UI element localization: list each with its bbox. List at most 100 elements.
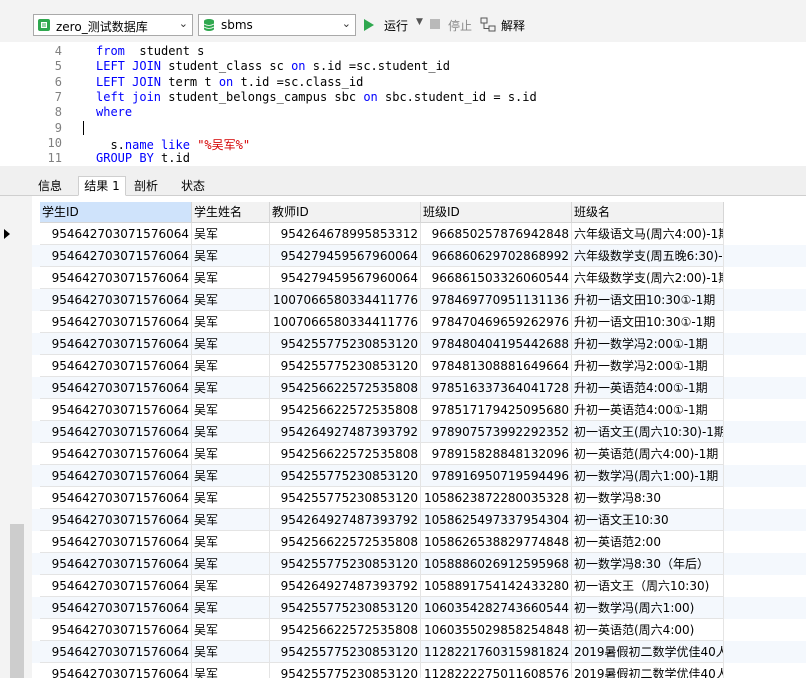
- cell-teacher-id[interactable]: 954255775230853120: [270, 553, 421, 575]
- cell-teacher-id[interactable]: 954255775230853120: [270, 487, 421, 509]
- table-row[interactable]: 954642703071576064 吴军 954279459567960064 96…: [32, 245, 806, 267]
- cell-class-id[interactable]: 978517179425095680: [421, 399, 572, 421]
- cell-student-name[interactable]: 吴军: [192, 487, 270, 509]
- cell-student-name[interactable]: 吴军: [192, 663, 270, 678]
- cell-teacher-id[interactable]: 954279459567960064: [270, 245, 421, 267]
- cell-student-id[interactable]: 954642703071576064: [40, 289, 192, 311]
- cell-class-id[interactable]: 978916950719594496: [421, 465, 572, 487]
- cell-class-id[interactable]: 978480404195442688: [421, 333, 572, 355]
- cell-class-id[interactable]: 978469770951131136: [421, 289, 572, 311]
- cell-class-name[interactable]: 2019暑假初二数学优佳40人: [572, 663, 724, 678]
- cell-student-id[interactable]: 954642703071576064: [40, 575, 192, 597]
- table-row[interactable]: 954642703071576064 吴军 954264927487393792 10…: [32, 575, 806, 597]
- cell-student-name[interactable]: 吴军: [192, 355, 270, 377]
- cell-student-name[interactable]: 吴军: [192, 245, 270, 267]
- cell-student-name[interactable]: 吴军: [192, 443, 270, 465]
- table-row[interactable]: 954642703071576064 吴军 954255775230853120 10…: [32, 487, 806, 509]
- cell-teacher-id[interactable]: 954255775230853120: [270, 641, 421, 663]
- table-row[interactable]: 954642703071576064 吴军 954264927487393792 97…: [32, 421, 806, 443]
- cell-class-id[interactable]: 1060355029858254848: [421, 619, 572, 641]
- table-row[interactable]: 954642703071576064 吴军 954256622572535808 97…: [32, 377, 806, 399]
- cell-class-name[interactable]: 升初一英语范4:00①-1期: [572, 377, 724, 399]
- code-line[interactable]: 6 LEFT JOIN term t on t.id =sc.class_id: [0, 75, 806, 90]
- cell-teacher-id[interactable]: 954255775230853120: [270, 597, 421, 619]
- cell-class-name[interactable]: 初一数学冯8:30: [572, 487, 724, 509]
- cell-class-name[interactable]: 初一英语范2:00: [572, 531, 724, 553]
- splitter[interactable]: [0, 166, 806, 174]
- cell-class-name[interactable]: 初一语文王10:30: [572, 509, 724, 531]
- cell-teacher-id[interactable]: 954256622572535808: [270, 619, 421, 641]
- cell-student-name[interactable]: 吴军: [192, 333, 270, 355]
- cell-class-name[interactable]: 六年级语文马(周六4:00)-1期: [572, 223, 724, 245]
- cell-class-name[interactable]: 六年级数学支(周六2:00)-1期: [572, 267, 724, 289]
- cell-class-name[interactable]: 升初一数学冯2:00①-1期: [572, 333, 724, 355]
- cell-class-name[interactable]: 升初一语文田10:30①-1期: [572, 311, 724, 333]
- cell-student-id[interactable]: 954642703071576064: [40, 663, 192, 678]
- cell-student-id[interactable]: 954642703071576064: [40, 333, 192, 355]
- table-row[interactable]: 954642703071576064 吴军 954255775230853120 97…: [32, 333, 806, 355]
- table-row[interactable]: 954642703071576064 吴军 954255775230853120 97…: [32, 355, 806, 377]
- left-scrollbar[interactable]: [10, 524, 24, 678]
- code-line[interactable]: 11 GROUP BY t.id: [0, 151, 806, 166]
- cell-teacher-id[interactable]: 954264927487393792: [270, 509, 421, 531]
- cell-class-id[interactable]: 966860629702868992: [421, 245, 572, 267]
- cell-student-name[interactable]: 吴军: [192, 619, 270, 641]
- cell-class-name[interactable]: 升初一英语范4:00①-1期: [572, 399, 724, 421]
- cell-student-id[interactable]: 954642703071576064: [40, 641, 192, 663]
- table-row[interactable]: 954642703071576064 吴军 954255775230853120 10…: [32, 597, 806, 619]
- cell-student-id[interactable]: 954642703071576064: [40, 223, 192, 245]
- cell-student-name[interactable]: 吴军: [192, 399, 270, 421]
- tab-info[interactable]: 信息: [32, 176, 68, 196]
- cell-student-id[interactable]: 954642703071576064: [40, 619, 192, 641]
- cell-student-name[interactable]: 吴军: [192, 289, 270, 311]
- cell-student-id[interactable]: 954642703071576064: [40, 553, 192, 575]
- cell-student-name[interactable]: 吴军: [192, 311, 270, 333]
- cell-class-name[interactable]: 升初一数学冯2:00①-1期: [572, 355, 724, 377]
- header-class-name[interactable]: 班级名: [572, 202, 724, 223]
- cell-class-id[interactable]: 1058886026912595968: [421, 553, 572, 575]
- cell-student-name[interactable]: 吴军: [192, 465, 270, 487]
- header-student-name[interactable]: 学生姓名: [192, 202, 270, 223]
- cell-student-id[interactable]: 954642703071576064: [40, 311, 192, 333]
- cell-class-id[interactable]: 1060354282743660544: [421, 597, 572, 619]
- cell-student-name[interactable]: 吴军: [192, 553, 270, 575]
- cell-student-id[interactable]: 954642703071576064: [40, 443, 192, 465]
- table-row[interactable]: 954642703071576064 吴军 954256622572535808 97…: [32, 399, 806, 421]
- cell-teacher-id[interactable]: 954255775230853120: [270, 333, 421, 355]
- cell-teacher-id[interactable]: 954264678995853312: [270, 223, 421, 245]
- cell-class-name[interactable]: 初一英语范(周六4:00)-1期: [572, 443, 724, 465]
- cell-student-name[interactable]: 吴军: [192, 421, 270, 443]
- cell-class-id[interactable]: 1058891754142433280: [421, 575, 572, 597]
- cell-class-name[interactable]: 初一数学冯(周六1:00): [572, 597, 724, 619]
- cell-teacher-id[interactable]: 954255775230853120: [270, 465, 421, 487]
- code-line[interactable]: 5 LEFT JOIN student_class sc on s.id =sc.…: [0, 59, 806, 74]
- header-class-id[interactable]: 班级ID: [421, 202, 572, 223]
- header-teacher-id[interactable]: 教师ID: [270, 202, 421, 223]
- cell-student-id[interactable]: 954642703071576064: [40, 509, 192, 531]
- cell-class-name[interactable]: 初一数学冯8:30（年后）: [572, 553, 724, 575]
- cell-class-id[interactable]: 978907573992292352: [421, 421, 572, 443]
- table-row[interactable]: 954642703071576064 吴军 954255775230853120 11…: [32, 663, 806, 678]
- run-dropdown-arrow-icon[interactable]: ▼: [416, 17, 423, 27]
- header-student-id[interactable]: 学生ID: [40, 202, 192, 223]
- cell-student-id[interactable]: 954642703071576064: [40, 267, 192, 289]
- cell-class-id[interactable]: 978516337364041728: [421, 377, 572, 399]
- table-row[interactable]: 954642703071576064 吴军 954279459567960064 96…: [32, 267, 806, 289]
- sql-editor[interactable]: 4 from student s 5 LEFT JOIN student_class …: [0, 42, 806, 166]
- cell-class-id[interactable]: 966850257876942848: [421, 223, 572, 245]
- cell-teacher-id[interactable]: 1007066580334411776: [270, 289, 421, 311]
- code-line[interactable]: 7 left join student_belongs_campus sbc on…: [0, 90, 806, 105]
- cell-student-id[interactable]: 954642703071576064: [40, 421, 192, 443]
- table-row[interactable]: 954642703071576064 吴军 954264678995853312 96…: [32, 223, 806, 245]
- cell-teacher-id[interactable]: 954264927487393792: [270, 421, 421, 443]
- table-row[interactable]: 954642703071576064 吴军 954256622572535808 10…: [32, 531, 806, 553]
- cell-student-id[interactable]: 954642703071576064: [40, 465, 192, 487]
- table-row[interactable]: 954642703071576064 吴军 954264927487393792 10…: [32, 509, 806, 531]
- cell-class-id[interactable]: 978470469659262976: [421, 311, 572, 333]
- cell-class-name[interactable]: 初一英语范(周六4:00): [572, 619, 724, 641]
- cell-student-id[interactable]: 954642703071576064: [40, 487, 192, 509]
- cell-student-name[interactable]: 吴军: [192, 575, 270, 597]
- cell-student-id[interactable]: 954642703071576064: [40, 399, 192, 421]
- table-row[interactable]: 954642703071576064 吴军 1007066580334411776 9…: [32, 311, 806, 333]
- cell-class-name[interactable]: 初一数学冯(周六1:00)-1期: [572, 465, 724, 487]
